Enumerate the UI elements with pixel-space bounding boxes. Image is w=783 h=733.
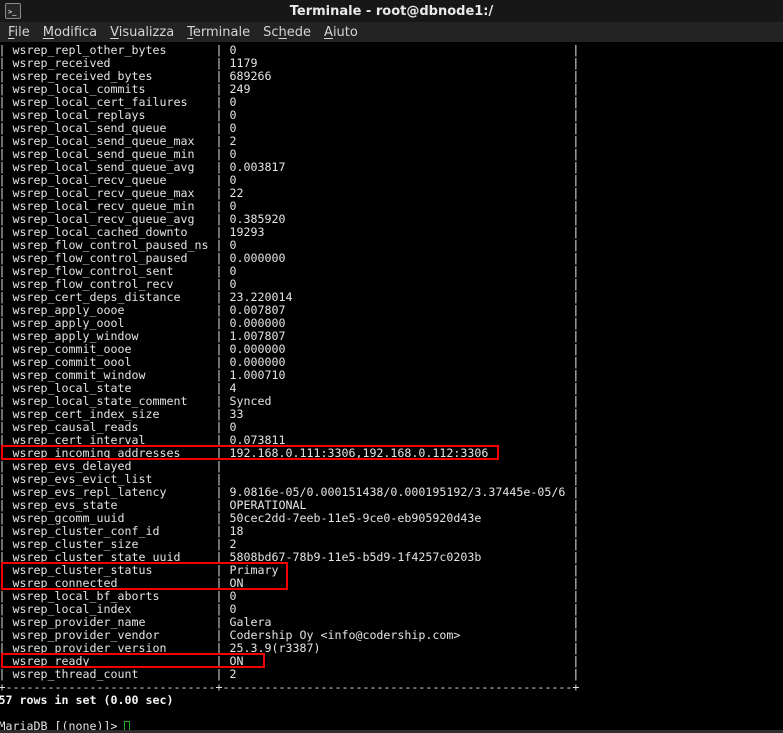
- terminal-output: | wsrep_repl_other_bytes | 0 | | wsrep_r…: [0, 44, 782, 733]
- menu-item-aiuto[interactable]: Aiuto: [324, 25, 358, 40]
- terminal-screen[interactable]: | wsrep_repl_other_bytes | 0 | | wsrep_r…: [0, 42, 783, 733]
- terminal-icon: >_: [5, 3, 21, 19]
- wsrep-status-table: | wsrep_repl_other_bytes | 0 | | wsrep_r…: [0, 43, 579, 694]
- rows-summary: 57 rows in set (0.00 sec): [0, 693, 173, 707]
- window-title: Terminale - root@dbnode1:/: [290, 4, 494, 19]
- menu-item-modifica[interactable]: Modifica: [43, 25, 97, 40]
- title-bar: >_ Terminale - root@dbnode1:/: [0, 0, 783, 22]
- menu-bar: File Modifica Visualizza Terminale Schede Aiu…: [0, 22, 783, 42]
- menu-item-schede[interactable]: Schede: [263, 25, 311, 40]
- menu-item-terminale[interactable]: Terminale: [187, 25, 250, 40]
- menu-item-file[interactable]: File: [8, 25, 30, 40]
- menu-item-visualizza[interactable]: Visualizza: [110, 25, 174, 40]
